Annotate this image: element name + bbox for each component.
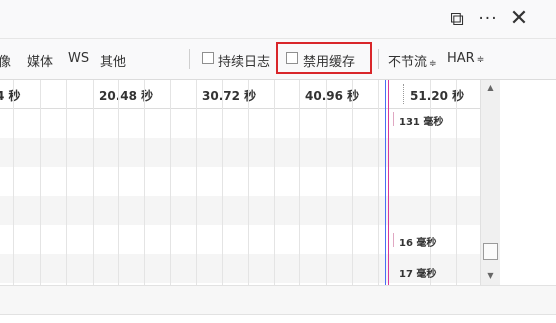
dock-icon[interactable]: ⧉: [446, 6, 468, 32]
chevron-updown-icon: ≑: [429, 59, 437, 69]
filter-other-button[interactable]: 其他: [100, 51, 126, 70]
filter-images-button[interactable]: 像: [0, 51, 11, 70]
grid-line: [66, 80, 67, 285]
grid-line: [13, 80, 14, 285]
more-options-icon[interactable]: ···: [474, 6, 502, 32]
chevron-updown-icon: ≑: [476, 55, 485, 65]
waterfall-timing-label: 16 毫秒: [399, 238, 437, 249]
toolbar-divider: [189, 49, 190, 69]
grid-line: [430, 80, 431, 285]
scroll-up-icon[interactable]: ▲: [481, 80, 500, 96]
grid-line: [144, 80, 145, 285]
timeline-tick-label: 20.48 秒: [99, 89, 154, 103]
toolbar-divider: [378, 49, 379, 69]
timeline-header[interactable]: 4 秒 20.48 秒 30.72 秒 40.96 秒 51.20 秒: [0, 80, 480, 109]
grid-line: [118, 80, 119, 285]
timeline-tick-mark: [403, 84, 404, 104]
har-dropdown[interactable]: HAR ≑: [447, 51, 484, 66]
grid-line: [352, 80, 353, 285]
table-row[interactable]: [0, 167, 480, 196]
devtools-network-panel: ⧉ ··· ✕ 像 媒体 WS 其他 持续日志 禁用缓存 不节流 ≑ HAR ≑ 4…: [0, 0, 556, 323]
throttle-dropdown[interactable]: 不节流 ≑: [388, 51, 437, 70]
grid-line: [248, 80, 249, 285]
grid-line: [222, 80, 223, 285]
grid-line: [274, 80, 275, 285]
waterfall-timing-label: 131 毫秒: [399, 117, 444, 128]
scrollbar-thumb[interactable]: [483, 243, 498, 260]
filter-media-button[interactable]: 媒体: [27, 51, 53, 70]
persist-logs-checkbox[interactable]: [202, 52, 214, 64]
grid-line: [196, 80, 197, 285]
grid-line: [93, 80, 94, 285]
har-label: HAR: [447, 51, 475, 66]
table-row[interactable]: [0, 196, 480, 225]
grid-line: [326, 80, 327, 285]
request-waterfall-grid: [0, 109, 480, 285]
grid-line: [170, 80, 171, 285]
grid-line: [378, 80, 379, 285]
grid-line: [456, 80, 457, 285]
grid-line: [299, 80, 300, 285]
filter-ws-button[interactable]: WS: [68, 51, 89, 66]
load-event-marker: [388, 80, 389, 285]
table-row[interactable]: [0, 138, 480, 167]
waterfall-timing-label: 17 毫秒: [399, 269, 437, 280]
waterfall-bar: [393, 233, 394, 247]
throttle-label: 不节流: [388, 55, 428, 70]
disable-cache-highlight-box: [276, 42, 372, 74]
vertical-scrollbar[interactable]: ▲ ▼: [480, 80, 500, 285]
grid-line: [40, 80, 41, 285]
waterfall-bar: [393, 112, 394, 126]
close-icon[interactable]: ✕: [508, 6, 530, 32]
network-filter-toolbar: 像 媒体 WS 其他 持续日志 禁用缓存 不节流 ≑ HAR ≑: [0, 39, 556, 80]
persist-logs-label[interactable]: 持续日志: [218, 51, 270, 70]
dom-content-loaded-marker: [385, 80, 386, 285]
panel-titlebar: ⧉ ··· ✕: [0, 0, 556, 39]
timeline-tick-label: 4 秒: [0, 89, 21, 103]
network-status-bar: [0, 285, 556, 315]
scroll-down-icon[interactable]: ▼: [481, 268, 500, 284]
